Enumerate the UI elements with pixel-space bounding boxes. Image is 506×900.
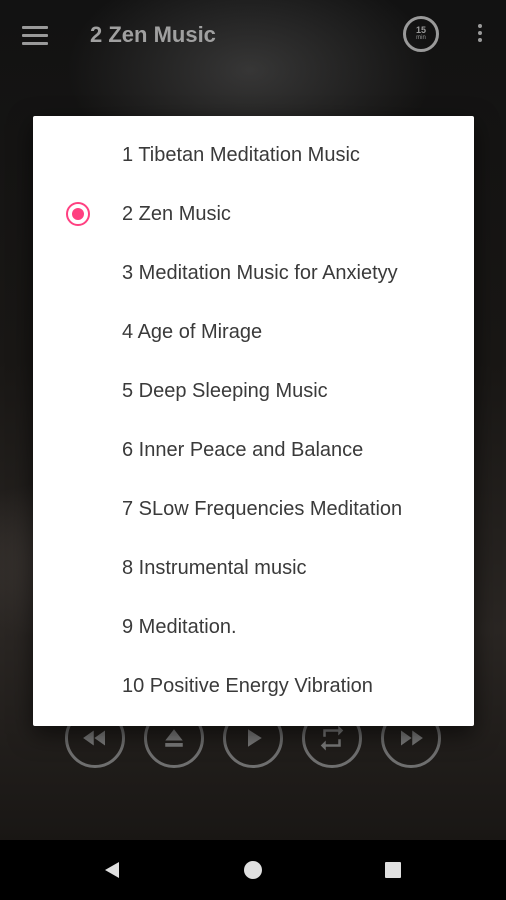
back-icon[interactable] <box>82 840 142 900</box>
radio-unselected-icon[interactable] <box>66 615 90 639</box>
radio-unselected-icon[interactable] <box>66 320 90 344</box>
dialog-option[interactable]: 10 Positive Energy Vibration <box>33 657 474 716</box>
radio-unselected-icon[interactable] <box>66 438 90 462</box>
dialog-option-label: 9 Meditation. <box>122 616 237 638</box>
navigation-bar <box>0 840 506 900</box>
dialog-option[interactable]: 4 Age of Mirage <box>33 303 474 362</box>
dialog-option[interactable]: 8 Instrumental music <box>33 539 474 598</box>
dialog-option-label: 10 Positive Energy Vibration <box>122 675 373 697</box>
radio-unselected-icon[interactable] <box>66 497 90 521</box>
more-vert-icon[interactable] <box>476 24 484 48</box>
music-selection-dialog: 1 Tibetan Meditation Music 2 Zen Music 3 M… <box>33 116 474 726</box>
dialog-option[interactable]: 5 Deep Sleeping Music <box>33 362 474 421</box>
dialog-option-label: 5 Deep Sleeping Music <box>122 380 328 402</box>
dialog-option-label: 6 Inner Peace and Balance <box>122 439 364 461</box>
dialog-option[interactable]: 9 Meditation. <box>33 598 474 657</box>
dialog-option[interactable]: 2 Zen Music <box>33 185 474 244</box>
dialog-option-label: 3 Meditation Music for Anxietyy <box>122 262 398 284</box>
radio-unselected-icon[interactable] <box>66 556 90 580</box>
dialog-option[interactable]: 7 SLow Frequencies Meditation <box>33 480 474 539</box>
app-bar: 2 Zen Music 15 min <box>0 0 506 72</box>
dialog-option[interactable]: 3 Meditation Music for Anxietyy <box>33 244 474 303</box>
recents-icon[interactable] <box>363 840 423 900</box>
dialog-option-label: 1 Tibetan Meditation Music <box>122 144 360 166</box>
dialog-option-label: 7 SLow Frequencies Meditation <box>122 498 403 520</box>
hamburger-menu-icon[interactable] <box>22 26 48 46</box>
timer-unit: min <box>416 35 426 41</box>
dialog-option-label: 4 Age of Mirage <box>122 321 263 343</box>
dialog-option[interactable]: 6 Inner Peace and Balance <box>33 421 474 480</box>
radio-unselected-icon[interactable] <box>66 261 90 285</box>
app-title: 2 Zen Music <box>90 22 216 47</box>
radio-unselected-icon[interactable] <box>66 143 90 167</box>
dialog-option-label: 8 Instrumental music <box>122 557 307 579</box>
dialog-option-label: 2 Zen Music <box>122 203 231 225</box>
radio-unselected-icon[interactable] <box>66 674 90 698</box>
dialog-option[interactable]: 1 Tibetan Meditation Music <box>33 126 474 185</box>
timer-value: 15 <box>415 25 426 35</box>
radio-selected-icon[interactable] <box>66 202 90 226</box>
sleep-timer-icon[interactable]: 15 min <box>403 16 439 52</box>
radio-unselected-icon[interactable] <box>66 379 90 403</box>
home-icon[interactable] <box>223 840 283 900</box>
